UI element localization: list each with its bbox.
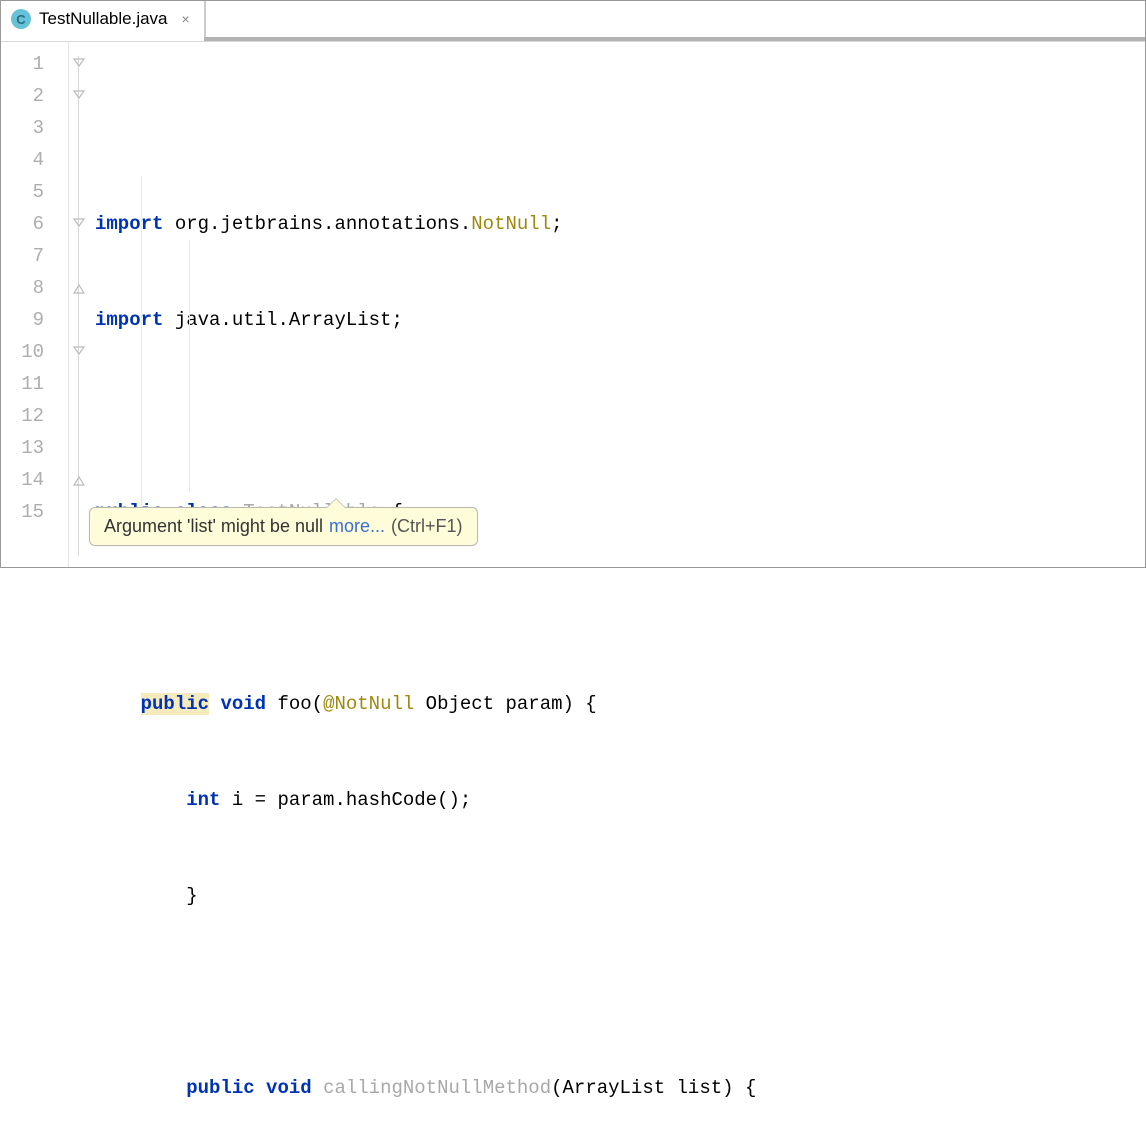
editor-tab[interactable]: C TestNullable.java × <box>1 1 205 37</box>
close-icon[interactable]: × <box>176 11 190 27</box>
line-number: 12 <box>1 400 44 432</box>
indent-guide <box>189 240 190 492</box>
code-line: int i = param.hashCode(); <box>95 784 756 816</box>
fold-toggle-icon[interactable] <box>71 216 86 231</box>
tab-bar: C TestNullable.java × <box>1 1 1145 41</box>
fold-toggle-icon[interactable] <box>71 344 86 359</box>
line-number: 2 <box>1 80 44 112</box>
line-number: 11 <box>1 368 44 400</box>
tab-filename: TestNullable.java <box>39 9 168 29</box>
line-number: 4 <box>1 144 44 176</box>
line-number: 8 <box>1 272 44 304</box>
line-number: 9 <box>1 304 44 336</box>
class-file-icon: C <box>11 9 31 29</box>
line-number: 7 <box>1 240 44 272</box>
line-number: 6 <box>1 208 44 240</box>
line-number: 15 <box>1 496 44 528</box>
code-line <box>95 976 756 1008</box>
tooltip-shortcut: (Ctrl+F1) <box>391 516 463 537</box>
tab-bar-empty <box>205 1 1145 37</box>
fold-toggle-icon[interactable] <box>71 56 86 71</box>
line-number-gutter: 1 2 3 4 5 6 7 8 9 10 11 12 13 14 15 <box>1 42 69 567</box>
fold-column <box>69 42 95 567</box>
code-line: import org.jetbrains.annotations.NotNull… <box>95 208 756 240</box>
tooltip-more-link[interactable]: more... <box>329 516 385 537</box>
fold-toggle-icon[interactable] <box>71 472 86 487</box>
tooltip-message: Argument 'list' might be null <box>104 516 323 537</box>
indent-guide <box>141 176 142 526</box>
code-line <box>95 592 756 624</box>
line-number: 1 <box>1 48 44 80</box>
line-number: 13 <box>1 432 44 464</box>
code-editor[interactable]: 1 2 3 4 5 6 7 8 9 10 11 12 13 14 15 <box>1 41 1145 567</box>
line-number: 5 <box>1 176 44 208</box>
fold-toggle-icon[interactable] <box>71 88 86 103</box>
line-number: 3 <box>1 112 44 144</box>
inspection-tooltip: Argument 'list' might be null more... (C… <box>89 507 478 546</box>
line-number: 14 <box>1 464 44 496</box>
line-number: 10 <box>1 336 44 368</box>
code-line: import java.util.ArrayList; <box>95 304 756 336</box>
fold-toggle-icon[interactable] <box>71 280 86 295</box>
code-line: public void callingNotNullMethod(ArrayLi… <box>95 1072 756 1104</box>
code-line: public void foo(@NotNull Object param) { <box>95 688 756 720</box>
code-line <box>95 400 756 432</box>
code-line: } <box>95 880 756 912</box>
code-area[interactable]: import org.jetbrains.annotations.NotNull… <box>95 42 756 567</box>
